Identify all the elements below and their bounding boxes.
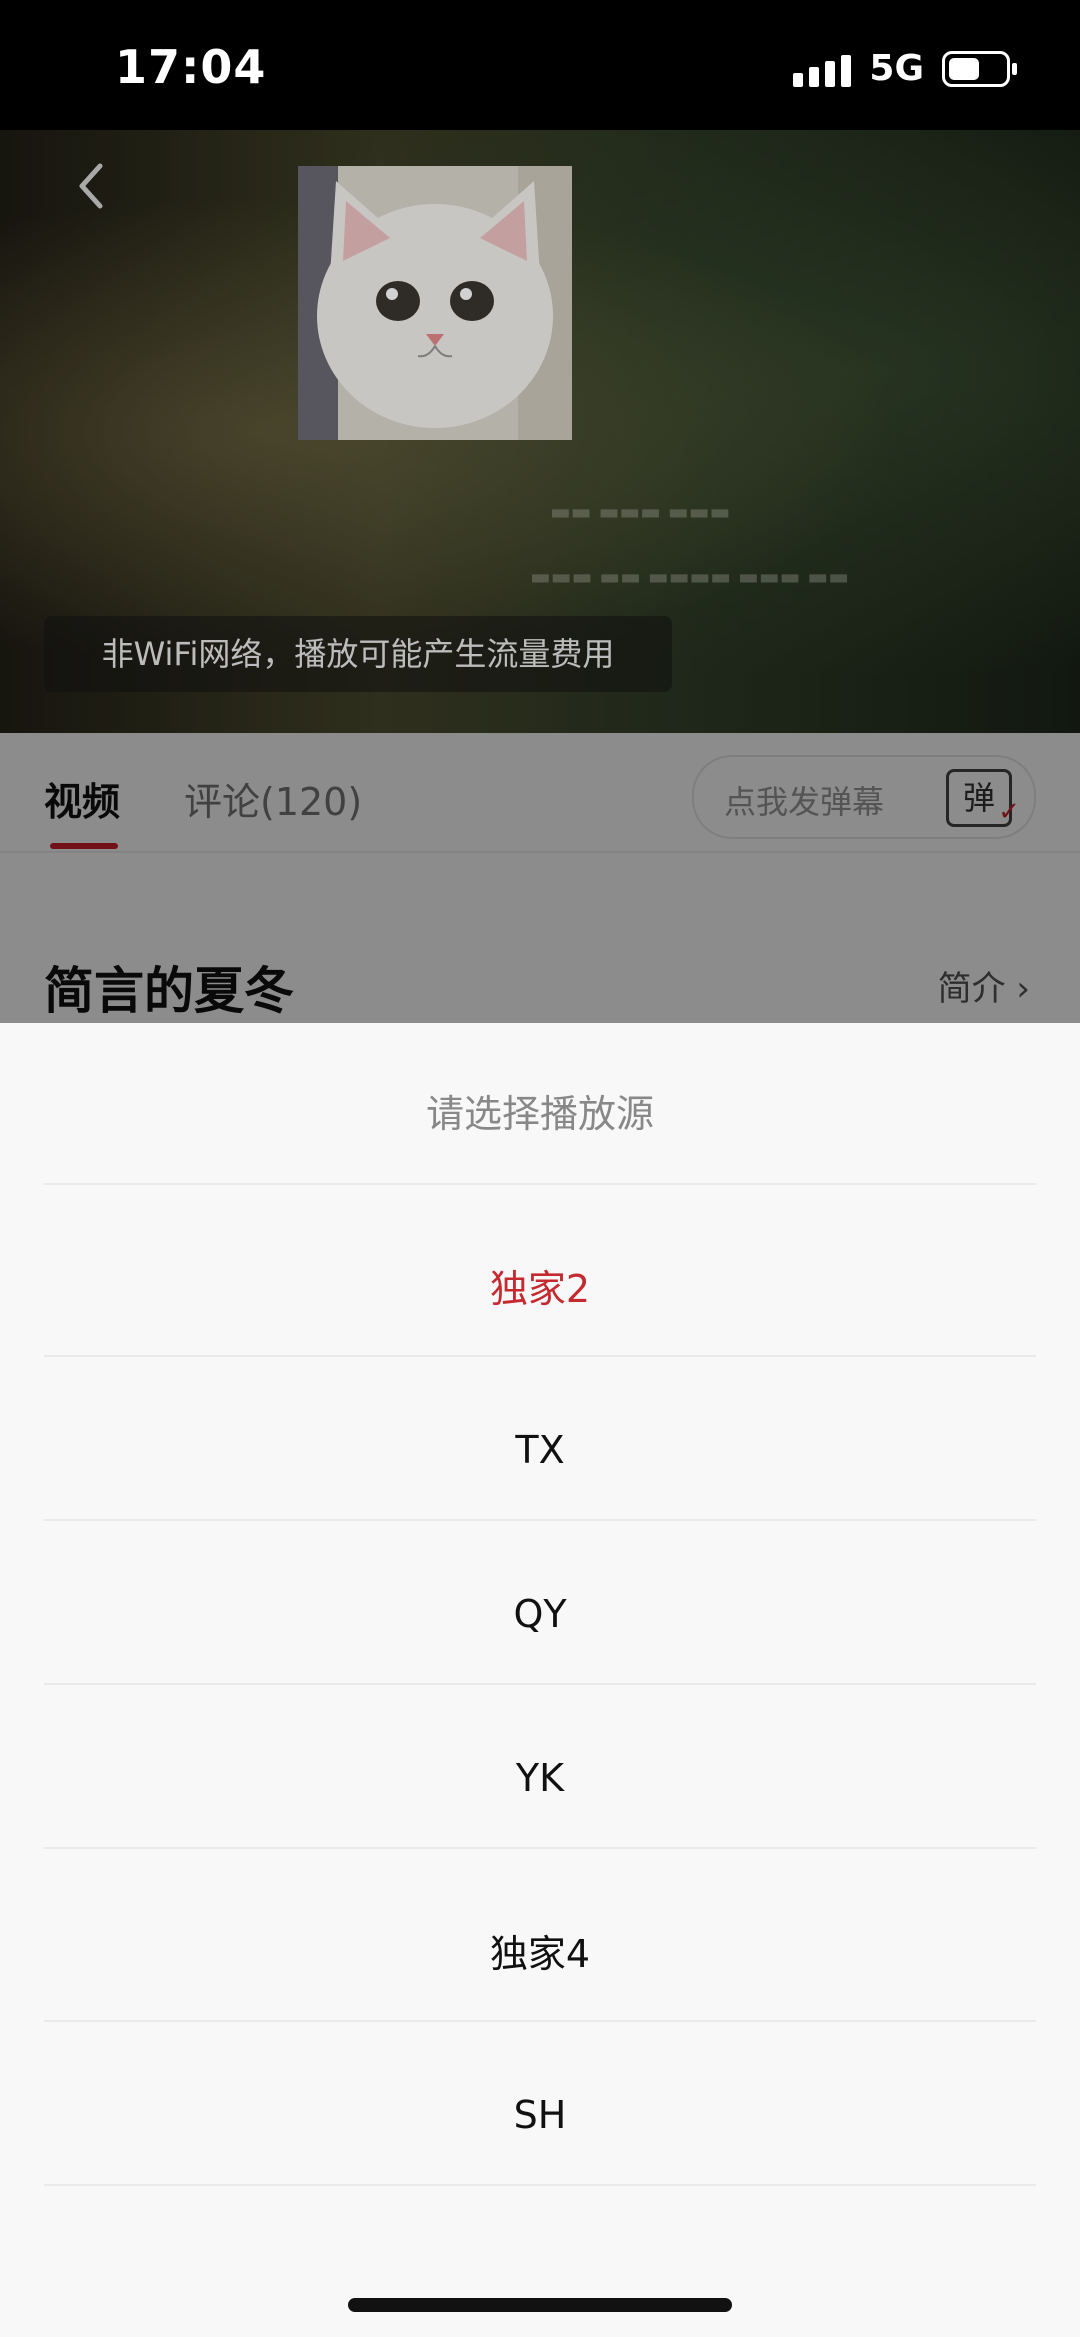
source-picker-sheet: 请选择播放源 独家2 TX QY YK 独家4 SH (0, 1023, 1080, 2337)
divider (44, 1683, 1036, 1685)
divider (44, 1847, 1036, 1849)
source-option-4[interactable]: 独家4 (0, 1923, 1080, 1978)
signal-icon (793, 51, 852, 87)
sheet-title: 请选择播放源 (425, 1092, 654, 1136)
source-option-2[interactable]: QY (0, 1592, 1080, 1636)
network-type: 5G (869, 48, 924, 89)
divider (44, 1183, 1036, 1185)
status-time: 17:04 (115, 40, 267, 94)
status-bar: 17:04 5G (0, 0, 1080, 130)
source-option-5[interactable]: SH (0, 2093, 1080, 2137)
page-dim-overlay[interactable] (0, 733, 1080, 1023)
divider (44, 2184, 1036, 2186)
battery-icon (942, 50, 1017, 87)
source-option-0[interactable]: 独家2 (0, 1258, 1080, 1313)
divider (44, 1519, 1036, 1521)
source-option-1[interactable]: TX (0, 1428, 1080, 1472)
divider (44, 1355, 1036, 1357)
divider (44, 2020, 1036, 2022)
source-option-3[interactable]: YK (0, 1756, 1080, 1800)
status-indicators: 5G (793, 48, 1017, 89)
video-dim-overlay (0, 130, 1080, 733)
home-indicator[interactable] (348, 2298, 732, 2312)
